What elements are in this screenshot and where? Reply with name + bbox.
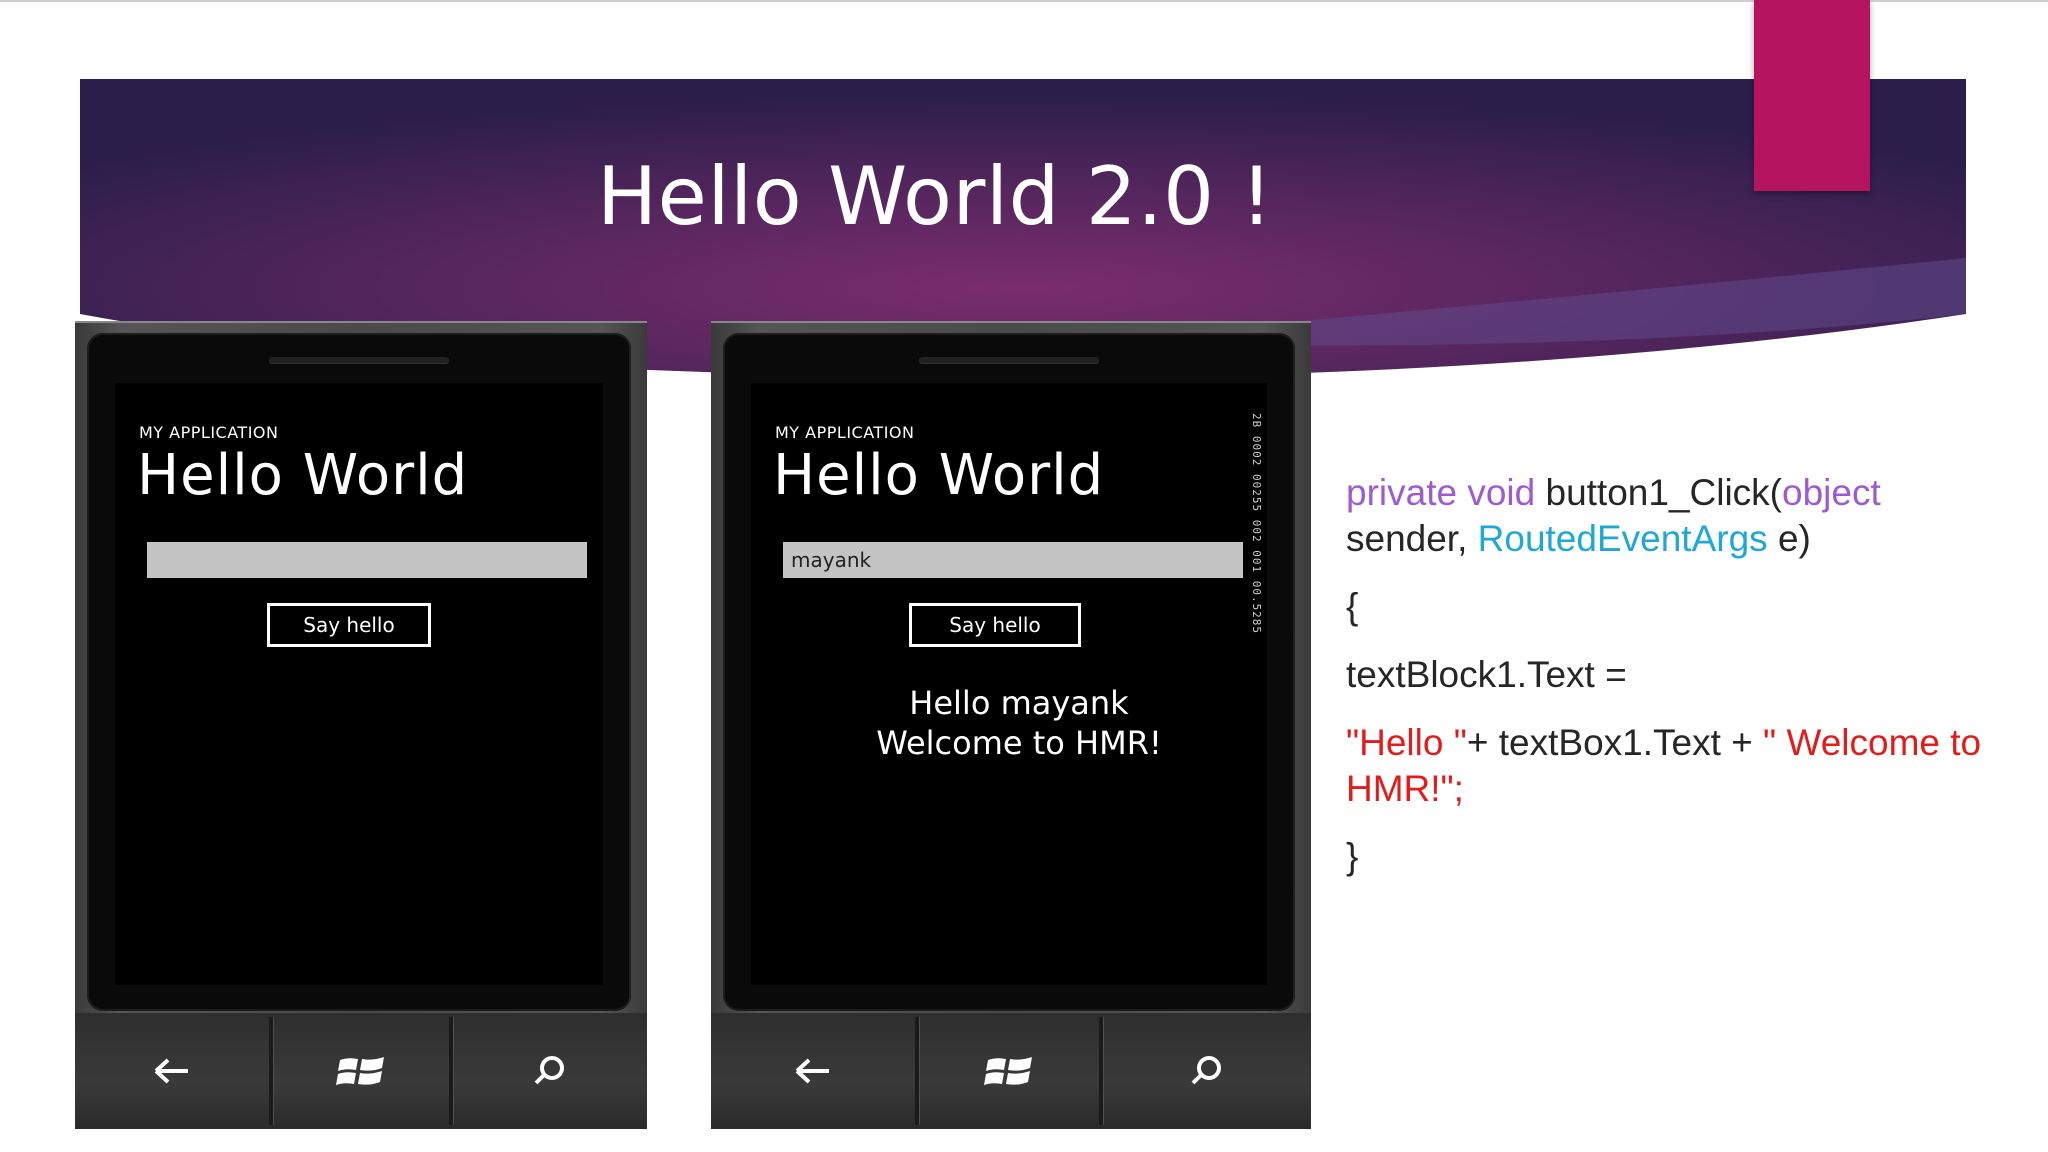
- open-brace: {: [1346, 586, 1359, 627]
- name-input[interactable]: mayank: [783, 542, 1243, 578]
- slide: Hello World 2.0 ! MY APPLICATION Hello W…: [0, 0, 2048, 1152]
- phone-screen: MY APPLICATION Hello World mayank Say he…: [751, 383, 1267, 985]
- code-snippet: private void button1_Click(object sender,…: [1346, 470, 1986, 902]
- search-button[interactable]: [453, 1013, 647, 1129]
- back-icon: [154, 1058, 188, 1084]
- expression-line: "Hello "+ textBox1.Text + " Welcome to H…: [1346, 720, 1986, 812]
- speaker-grille: [919, 357, 1099, 363]
- method-signature: private void button1_Click(object sender,…: [1346, 470, 1986, 562]
- close-brace: }: [1346, 836, 1359, 877]
- windows-icon: [336, 1057, 384, 1085]
- back-icon: [795, 1058, 829, 1084]
- back-button[interactable]: [711, 1013, 915, 1129]
- welcome-line: Welcome to HMR!: [876, 724, 1162, 762]
- phone-body: MY APPLICATION Hello World Say hello: [87, 333, 631, 1011]
- search-button[interactable]: [1103, 1013, 1311, 1129]
- app-label: MY APPLICATION: [775, 423, 915, 442]
- speaker-grille: [269, 357, 449, 363]
- keyword-token: private void: [1346, 472, 1536, 513]
- phone-right: MY APPLICATION Hello World mayank Say he…: [711, 321, 1311, 1129]
- param-sender: sender,: [1346, 518, 1478, 559]
- search-icon: [534, 1056, 564, 1085]
- page-heading: Hello World: [773, 443, 1105, 508]
- name-input[interactable]: [147, 542, 587, 578]
- say-hello-button[interactable]: Say hello: [909, 603, 1081, 647]
- phone-body: MY APPLICATION Hello World mayank Say he…: [723, 333, 1295, 1011]
- page-heading: Hello World: [137, 443, 469, 508]
- phone-nav-bar: [711, 1013, 1311, 1129]
- phone-nav-bar: [75, 1013, 647, 1129]
- type-token: object: [1782, 472, 1881, 513]
- start-button[interactable]: [919, 1013, 1099, 1129]
- string-literal: "Hello ": [1346, 722, 1467, 763]
- concat-expr: + textBox1.Text +: [1466, 722, 1764, 763]
- param-e: e): [1767, 518, 1811, 559]
- search-icon: [1191, 1056, 1221, 1085]
- assignment-line: textBlock1.Text =: [1346, 654, 1627, 695]
- type-token: RoutedEventArgs: [1477, 518, 1768, 559]
- phone-screen: MY APPLICATION Hello World Say hello: [115, 383, 603, 985]
- greeting-line: Hello mayank: [909, 684, 1129, 722]
- start-button[interactable]: [273, 1013, 449, 1129]
- greeting-text: Hello mayank Welcome to HMR!: [791, 683, 1247, 763]
- say-hello-button[interactable]: Say hello: [267, 603, 431, 647]
- back-button[interactable]: [75, 1013, 269, 1129]
- windows-icon: [984, 1057, 1032, 1085]
- slide-title: Hello World 2.0 !: [596, 150, 1274, 243]
- phone-left: MY APPLICATION Hello World Say hello: [75, 321, 647, 1129]
- frame-rate-counter: 2B 0002 00255 002 001 00.5285: [1250, 413, 1263, 635]
- method-name: button1_Click(: [1535, 472, 1783, 513]
- app-label: MY APPLICATION: [139, 423, 279, 442]
